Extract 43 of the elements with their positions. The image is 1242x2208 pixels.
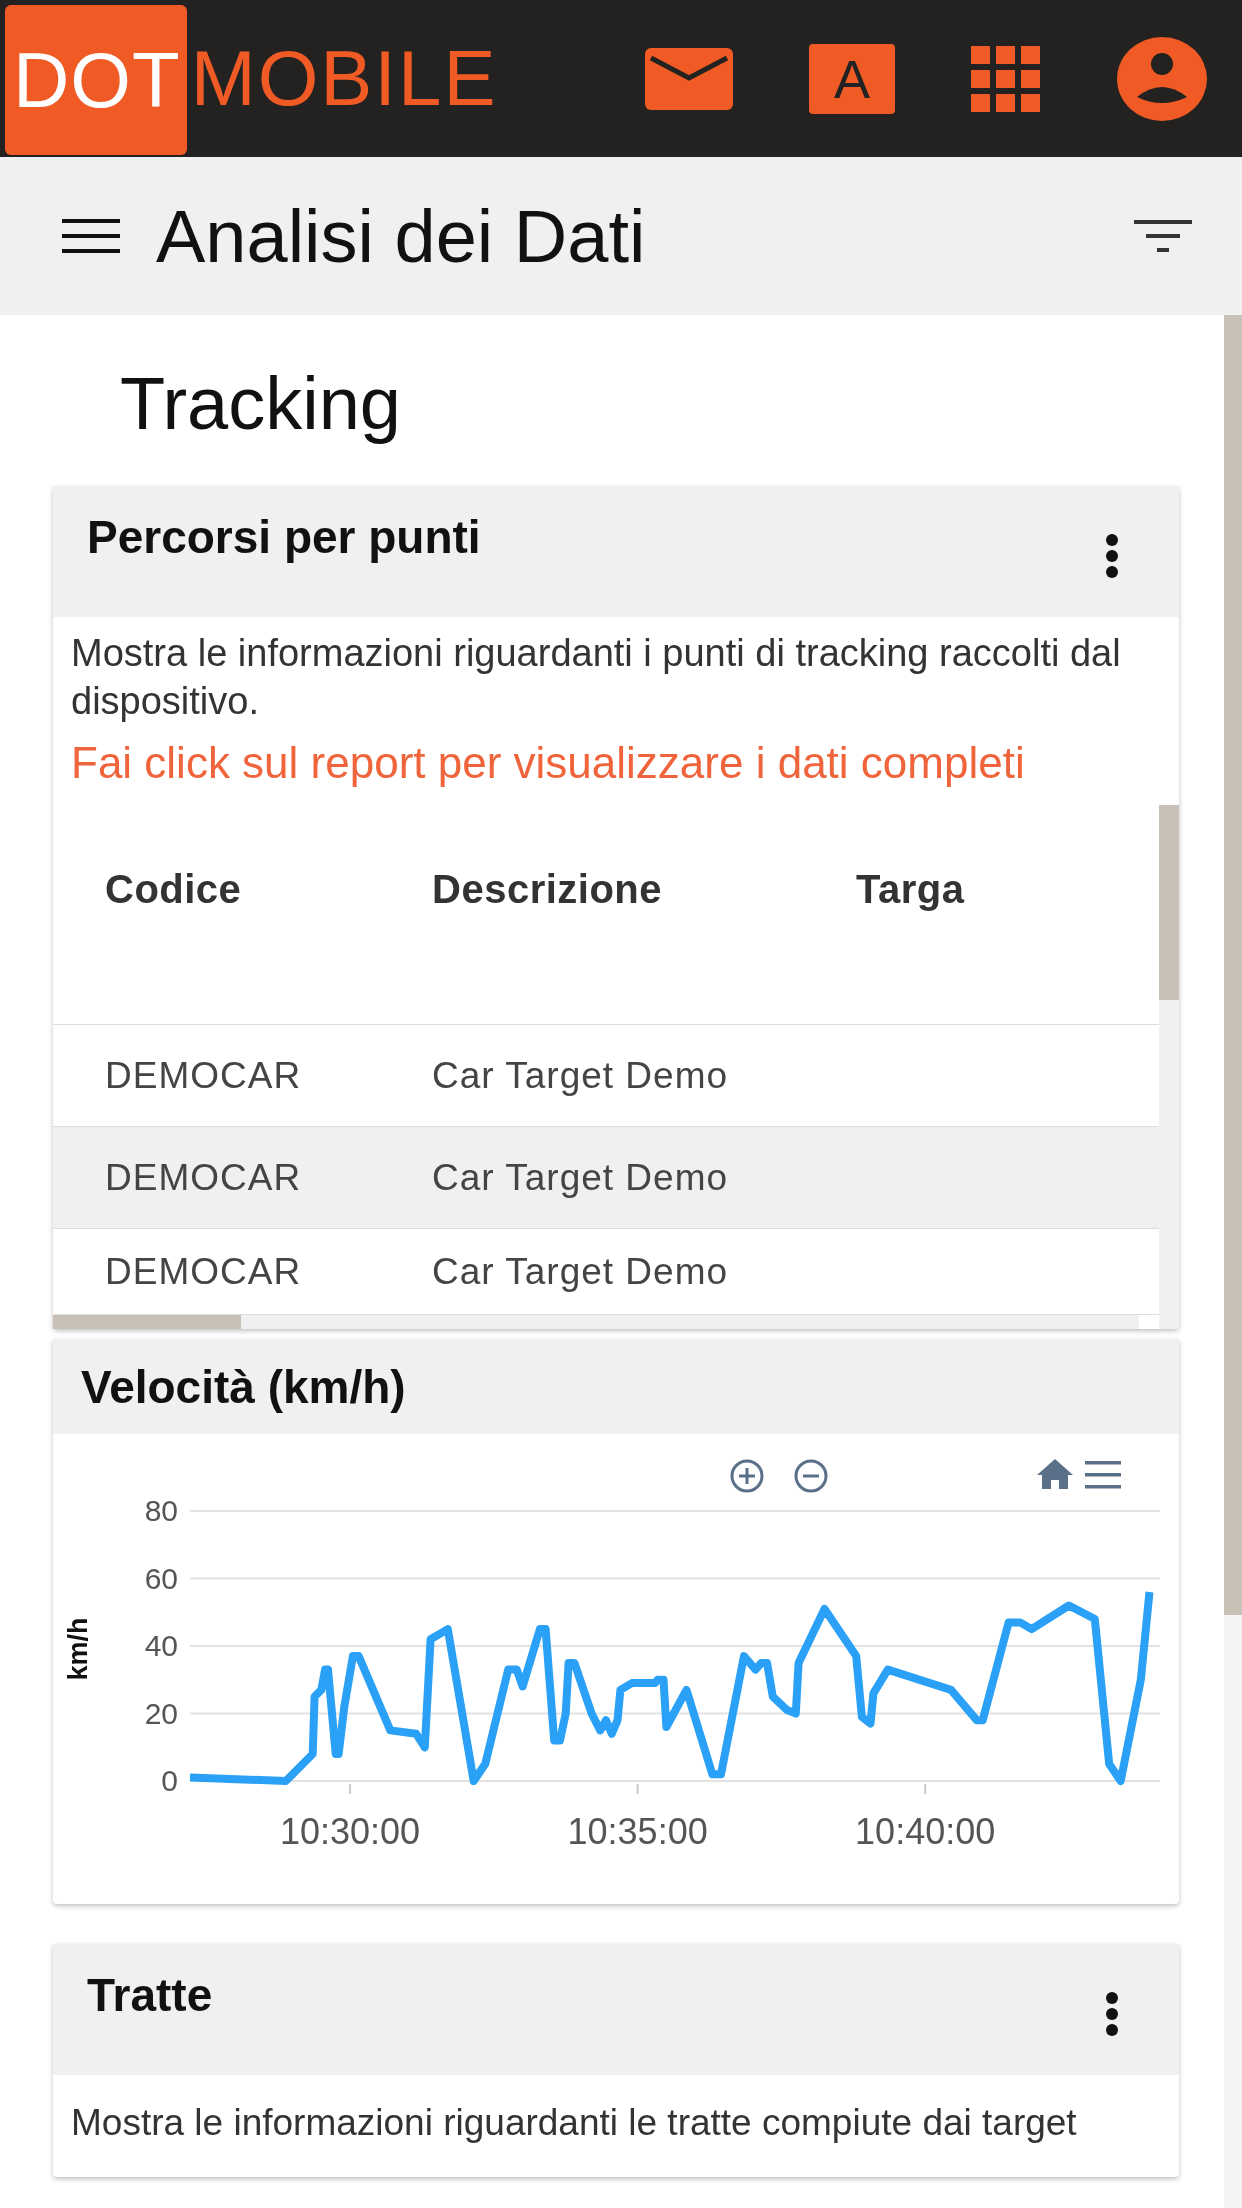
x-tick-label: 10:40:00	[855, 1811, 996, 1852]
zoom-in-icon[interactable]	[730, 1459, 764, 1493]
card-title: Tratte	[87, 1968, 213, 2022]
table-cell-text: DEMOCAR	[105, 1054, 303, 1097]
x-tick-label: 10:35:00	[567, 1811, 708, 1852]
column-header[interactable]: Targa	[856, 867, 1159, 912]
column-header[interactable]: Codice	[105, 867, 432, 912]
apps-grid-icon[interactable]	[971, 45, 1041, 112]
column-header[interactable]: Descrizione	[432, 867, 856, 912]
home-icon[interactable]	[1037, 1459, 1073, 1489]
card-description: Mostra le informazioni riguardanti i punti di tracking raccolti dal dispositivo.	[70, 631, 1122, 724]
page-scrollbar[interactable]	[1224, 315, 1242, 2208]
card-description: Mostra le informazioni riguardanti le tratte compiute dai target	[70, 2101, 1078, 2145]
account-icon[interactable]	[1117, 36, 1207, 121]
x-tick-label: 10:30:00	[280, 1811, 421, 1852]
more-button[interactable]	[1105, 532, 1119, 579]
card-title: Velocità (km/h)	[81, 1359, 406, 1414]
section-title: Tracking	[120, 361, 402, 446]
y-tick-label: 20	[144, 1696, 178, 1730]
y-tick-label: 0	[161, 1764, 178, 1797]
table-cell-text: DEMOCAR	[105, 1156, 303, 1199]
y-tick-label: 40	[144, 1629, 178, 1662]
zoom-out-icon[interactable]	[794, 1459, 828, 1493]
more-icon	[1105, 1990, 1119, 2037]
page-header-title: Analisi dei Dati	[156, 193, 646, 279]
more-icon	[1105, 532, 1119, 579]
table-cell-text: Car Target Demo	[432, 1054, 730, 1097]
logo-text: MOBILE	[189, 33, 498, 124]
table-cell-text: Car Target Demo	[432, 1156, 730, 1199]
y-tick-label: 80	[144, 1494, 178, 1527]
card-title: Percorsi per punti	[87, 510, 481, 564]
table-cell-text: Car Target Demo	[432, 1250, 730, 1293]
more-button[interactable]	[1105, 1990, 1119, 2037]
filter-icon[interactable]	[1134, 218, 1192, 254]
y-tick-label: 60	[144, 1561, 178, 1595]
table-cell-text: DEMOCAR	[105, 1250, 303, 1293]
vertical-scrollbar[interactable]	[1159, 805, 1179, 1329]
horizontal-scrollbar[interactable]	[53, 1315, 1139, 1329]
letter-button[interactable]: A	[809, 43, 895, 114]
logo-text: DOT	[5, 5, 187, 155]
y-axis-title: km/h	[63, 1617, 93, 1681]
menu-icon[interactable]	[62, 217, 120, 255]
mail-icon[interactable]	[645, 47, 733, 110]
